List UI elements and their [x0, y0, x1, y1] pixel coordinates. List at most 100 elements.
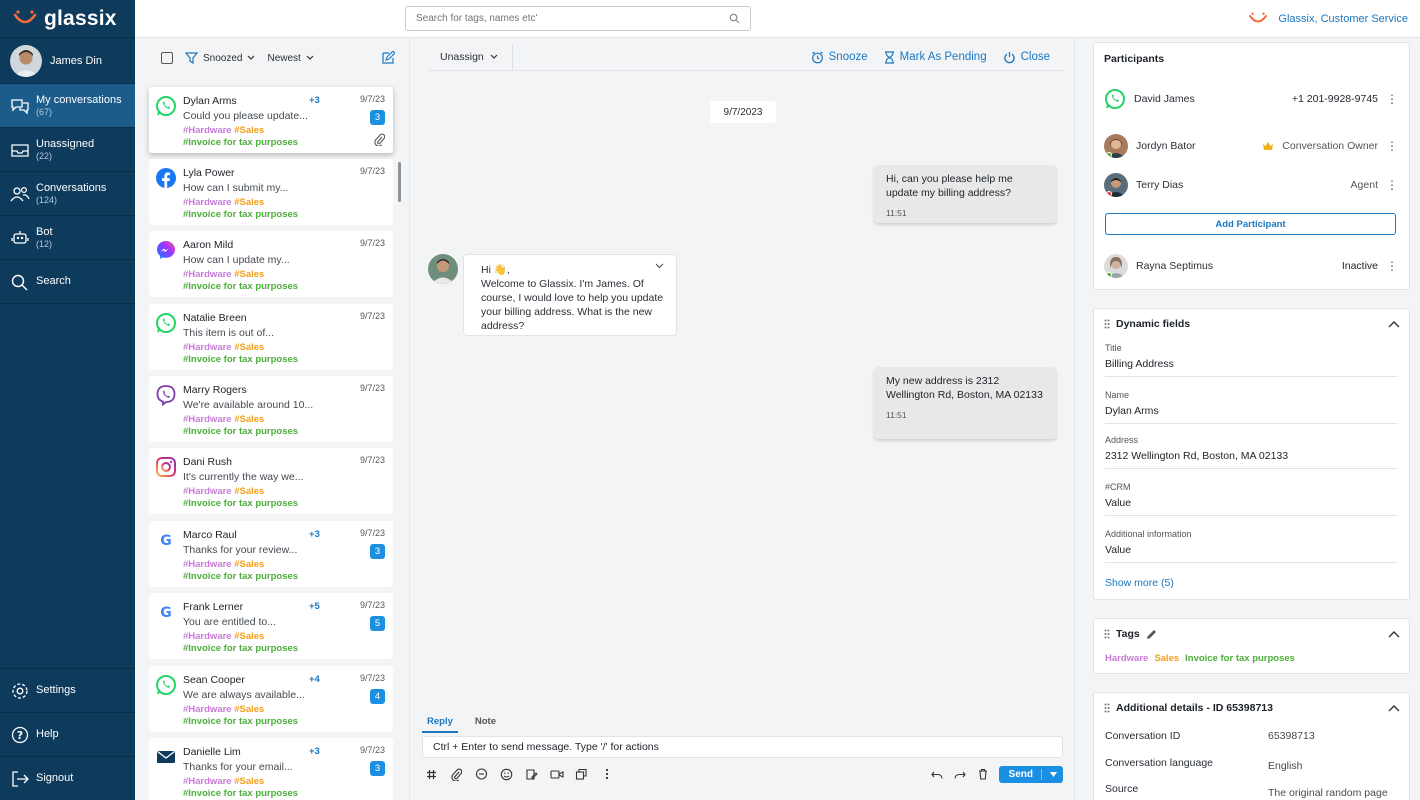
- additional-details-header[interactable]: Additional details - ID 65398713: [1104, 702, 1400, 714]
- add-participant-button[interactable]: Add Participant: [1105, 213, 1396, 235]
- snooze-button[interactable]: Snooze: [811, 51, 868, 64]
- nav-conversations[interactable]: Conversations (124): [0, 172, 135, 216]
- chat-bubbles-icon: [11, 98, 29, 115]
- more-options-icon[interactable]: ⋮: [1386, 92, 1398, 106]
- chevron-up-icon[interactable]: [1388, 320, 1400, 328]
- field-value: 2312 Wellington Rd, Boston, MA 02133: [1105, 450, 1289, 462]
- chevron-down-icon[interactable]: [655, 263, 664, 269]
- glassix-logo-icon: [1249, 12, 1268, 23]
- nav-signout[interactable]: Signout: [0, 756, 135, 800]
- field-value: Billing Address: [1105, 358, 1174, 370]
- hourglass-icon: [884, 50, 894, 64]
- conversation-card[interactable]: Sean Cooper +4 9/7/23 We are always availab…: [149, 666, 393, 732]
- conversation-card[interactable]: G Frank Lerner +5 9/7/23 You are entitled to…: [149, 593, 393, 659]
- nav-settings[interactable]: Settings: [0, 668, 135, 712]
- more-options-icon[interactable]: ⋮: [1386, 139, 1398, 153]
- field-additional-info[interactable]: Additional information Value: [1105, 529, 1397, 563]
- nav-unassigned[interactable]: Unassigned (22): [0, 128, 135, 172]
- drag-handle-icon[interactable]: [1104, 629, 1110, 639]
- nav-help[interactable]: ? Help: [0, 712, 135, 756]
- org-switcher[interactable]: Glassix, Customer Service: [1248, 12, 1408, 26]
- avatar: [1104, 173, 1128, 197]
- search-input[interactable]: [416, 13, 716, 24]
- form-icon[interactable]: [524, 767, 539, 782]
- conversation-date: 9/7/23: [359, 455, 385, 465]
- global-search[interactable]: [405, 6, 751, 31]
- hashtag-icon[interactable]: [424, 767, 439, 782]
- undo-icon[interactable]: [930, 767, 945, 782]
- field-title[interactable]: Title Billing Address: [1105, 343, 1397, 377]
- chevron-up-icon[interactable]: [1388, 704, 1400, 712]
- mark-pending-button[interactable]: Mark As Pending: [884, 50, 987, 64]
- conversation-card[interactable]: Dani Rush 9/7/23 It's currently the way we…: [149, 448, 393, 514]
- nav-search[interactable]: Search: [0, 260, 135, 304]
- select-all-checkbox[interactable]: [161, 52, 173, 64]
- chevron-up-icon[interactable]: [1388, 630, 1400, 638]
- send-label: Send: [1008, 768, 1033, 780]
- message-preview: Thanks for your review...: [183, 544, 298, 556]
- field-address[interactable]: Address 2312 Wellington Rd, Boston, MA 02…: [1105, 435, 1397, 469]
- conversation-card[interactable]: Danielle Lim +3 9/7/23 Thanks for your emai…: [149, 738, 393, 800]
- attachment-icon: [374, 133, 385, 146]
- show-more-link[interactable]: Show more (5): [1105, 577, 1174, 589]
- drag-handle-icon[interactable]: [1104, 319, 1110, 329]
- send-button[interactable]: Send: [998, 765, 1063, 783]
- filter-dropdown[interactable]: Snoozed: [185, 52, 255, 64]
- tab-reply[interactable]: Reply: [422, 712, 458, 733]
- sort-dropdown[interactable]: Newest: [267, 53, 314, 64]
- contact-name: Sean Cooper: [183, 674, 245, 686]
- conversation-card[interactable]: Marry Rogers 9/7/23 We're available around…: [149, 376, 393, 442]
- conversation-card[interactable]: Dylan Arms +3 9/7/23 Could you please updat…: [149, 87, 393, 153]
- message-preview: We are always available...: [183, 689, 305, 701]
- video-icon[interactable]: [549, 767, 564, 782]
- more-options-icon[interactable]: ⋮: [1386, 259, 1398, 273]
- message-preview: How can I submit my...: [183, 182, 289, 194]
- conversation-card[interactable]: Natalie Breen 9/7/23 This item is out of..…: [149, 304, 393, 370]
- message-input[interactable]: [433, 741, 1062, 753]
- drag-handle-icon[interactable]: [1104, 703, 1110, 713]
- attachment-icon[interactable]: [449, 767, 464, 782]
- tab-note[interactable]: Note: [470, 712, 501, 733]
- conversation-card[interactable]: G Marco Raul +3 9/7/23 Thanks for your revie…: [149, 521, 393, 587]
- conversation-list: Snoozed Newest Dylan Arms +3 9/7/23 Could y…: [135, 38, 410, 800]
- tag-invoice: #Invoice for tax purposes: [183, 716, 299, 727]
- user-profile[interactable]: James Din: [0, 38, 135, 84]
- compose-icon[interactable]: [381, 51, 395, 65]
- list-scrollbar[interactable]: [398, 162, 401, 202]
- search-icon[interactable]: [729, 13, 740, 24]
- tag-sales: #Sales: [234, 269, 265, 280]
- more-options-icon[interactable]: ⋮: [1386, 178, 1398, 192]
- field-name[interactable]: Name Dylan Arms: [1105, 390, 1397, 424]
- redo-icon[interactable]: [953, 767, 968, 782]
- conversation-date: 9/7/23: [359, 311, 385, 321]
- participant-role: Agent: [1350, 179, 1378, 191]
- tags-header[interactable]: Tags: [1104, 628, 1400, 640]
- detail-label: Conversation ID: [1105, 730, 1181, 742]
- caret-down-icon[interactable]: [1050, 771, 1057, 777]
- tag-sales[interactable]: Sales: [1154, 653, 1179, 664]
- quick-reply-icon[interactable]: [474, 767, 489, 782]
- brand[interactable]: glassix: [0, 0, 135, 38]
- trash-icon[interactable]: [976, 767, 991, 782]
- nav-bot[interactable]: Bot (12): [0, 216, 135, 260]
- participant-name: David James: [1134, 93, 1195, 105]
- field-crm[interactable]: #CRM Value: [1105, 482, 1397, 516]
- pencil-icon[interactable]: [1146, 629, 1157, 640]
- conversation-card[interactable]: Lyla Power 9/7/23 How can I submit my... #H…: [149, 159, 393, 225]
- tag-invoice[interactable]: Invoice for tax purposes: [1185, 653, 1295, 664]
- more-options-icon[interactable]: [599, 767, 614, 782]
- tag-hardware[interactable]: Hardware: [1105, 653, 1148, 664]
- nav-my-conversations[interactable]: My conversations (67): [0, 84, 135, 128]
- nav-count: (67): [36, 107, 53, 117]
- close-conversation-button[interactable]: Close: [1003, 51, 1050, 64]
- compose-box[interactable]: [422, 736, 1063, 758]
- copy-icon[interactable]: [574, 767, 589, 782]
- conversation-card[interactable]: Aaron Mild 9/7/23 How can I update my... #H…: [149, 231, 393, 297]
- gear-icon: [12, 682, 28, 699]
- emoji-icon[interactable]: [499, 767, 514, 782]
- tag-sales: #Sales: [234, 197, 265, 208]
- unassign-dropdown[interactable]: Unassign: [428, 43, 513, 71]
- user-name: James Din: [50, 54, 102, 67]
- contact-name: Aaron Mild: [183, 239, 234, 251]
- dynamic-fields-header[interactable]: Dynamic fields: [1104, 318, 1400, 330]
